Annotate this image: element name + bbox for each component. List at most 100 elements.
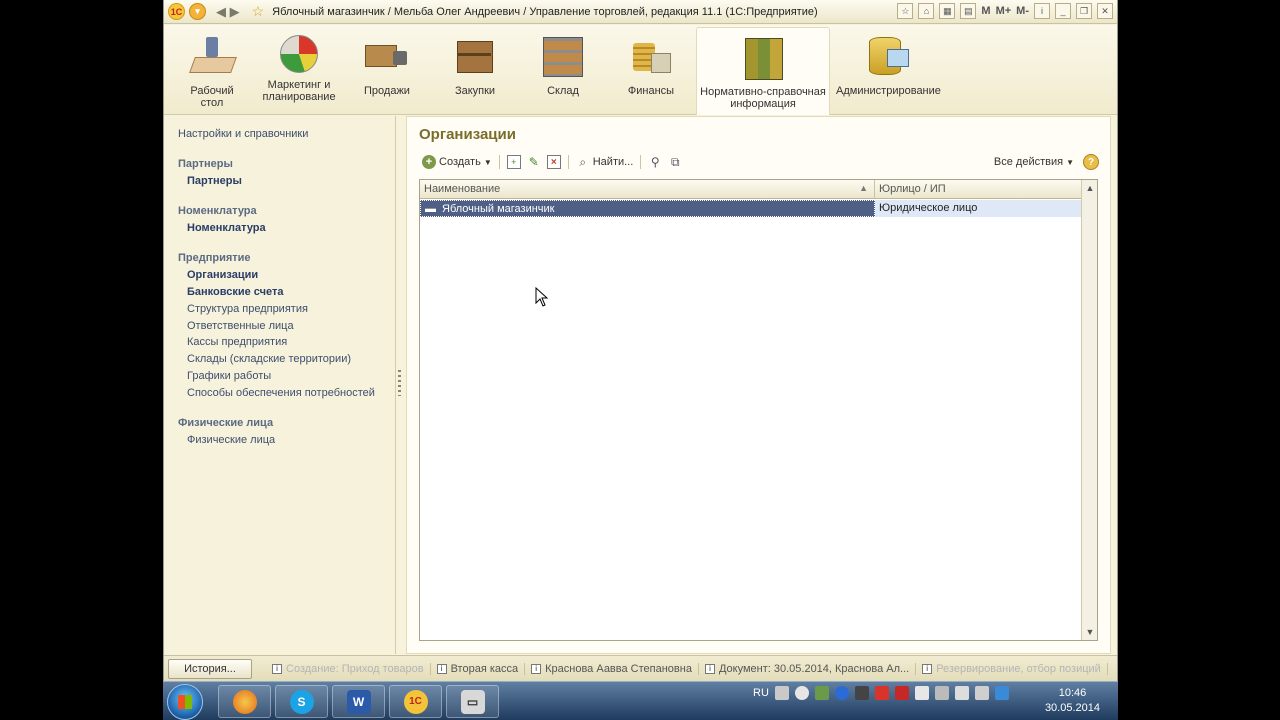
nav-item-partners[interactable]: Партнеры [187, 175, 242, 187]
tray-shield-icon[interactable] [814, 686, 829, 700]
edit-button[interactable]: ✎ [524, 153, 544, 171]
nav-group-individuals[interactable]: Физические лица [178, 417, 273, 429]
section-sales[interactable]: Продажи [354, 27, 420, 97]
nav-settings-link[interactable]: Настройки и справочники [178, 128, 308, 140]
nav-item-nomenclature[interactable]: Номенклатура [187, 222, 266, 234]
tray-flag-icon[interactable] [914, 686, 929, 700]
nav-group-partners[interactable]: Партнеры [178, 158, 233, 170]
favorites-icon[interactable]: ☆ [897, 3, 914, 19]
database-icon [865, 35, 909, 79]
taskbar-app-skype[interactable]: S [275, 685, 328, 718]
taskbar-app-firefox[interactable] [218, 685, 271, 718]
firefox-icon [232, 689, 257, 714]
section-reference-info[interactable]: Нормативно-справочная информация [696, 27, 830, 115]
history-button[interactable]: История... [168, 658, 252, 679]
calculator-icon[interactable]: ▦ [939, 3, 956, 19]
main-menu-button[interactable]: ▾ [189, 3, 206, 20]
start-button[interactable] [167, 684, 203, 720]
taskbar-app-1c[interactable]: 1С [389, 685, 442, 718]
section-marketing[interactable]: Маркетинг и планирование [258, 27, 340, 103]
language-indicator[interactable]: RU [753, 687, 769, 699]
tray-network-icon[interactable] [774, 686, 789, 700]
windows-taskbar: S W 1С ▭ RU 10:46 30.05.2014 [163, 681, 1118, 720]
info-icon: i [704, 663, 715, 674]
system-clock[interactable]: 10:46 30.05.2014 [1045, 686, 1100, 716]
favorites-star-icon[interactable]: ☆ [252, 3, 265, 20]
1c-logo-icon[interactable]: 1С [168, 3, 185, 20]
volume-icon[interactable] [954, 686, 969, 700]
organizations-form: Организации + Создать ▼ + ✎ × ⌕ Найти...… [406, 116, 1111, 654]
info-icon[interactable]: i [1034, 3, 1050, 19]
cell-type[interactable]: Юридическое лицо [875, 200, 1082, 217]
all-actions-button[interactable]: Все действия ▼ [991, 153, 1077, 171]
copy-icon: + [506, 155, 521, 169]
info-icon: i [922, 663, 933, 674]
section-desktop[interactable]: Рабочий стол [178, 27, 246, 109]
copy-button[interactable]: + [504, 153, 524, 171]
history-item[interactable]: i Краснова Аавва Степановна [525, 662, 699, 675]
column-label: Юрлицо / ИП [879, 183, 946, 195]
cancel-search-button[interactable]: ⚲ [645, 153, 665, 171]
calendar-icon[interactable]: ▤ [960, 3, 977, 19]
section-administration[interactable]: Администрирование [836, 27, 941, 97]
create-button[interactable]: + Создать ▼ [419, 153, 495, 171]
minimize-icon[interactable]: _ [1055, 3, 1071, 19]
section-finance[interactable]: Финансы [618, 27, 684, 97]
nav-item-warehouses[interactable]: Склады (складские территории) [187, 353, 351, 365]
nav-item-bank-accounts[interactable]: Банковские счета [187, 286, 284, 298]
toolbar-separator [498, 155, 500, 169]
history-item[interactable]: i Создание: Приход товаров [266, 662, 431, 675]
nav-item-individuals[interactable]: Физические лица [187, 434, 275, 446]
chevron-down-icon: ▼ [483, 157, 492, 167]
scroll-down-icon[interactable]: ▼ [1082, 624, 1098, 640]
find-button[interactable]: ⌕ Найти... [573, 153, 637, 171]
organizations-table[interactable]: Наименование ▲ Юрлицо / ИП ▬ Яблочный ма… [419, 179, 1098, 641]
nav-item-cash-desks[interactable]: Кассы предприятия [187, 336, 287, 348]
tray-usb-icon[interactable] [934, 686, 949, 700]
tray-ati-icon[interactable] [894, 686, 909, 700]
nav-item-structure[interactable]: Структура предприятия [187, 303, 308, 315]
tray-x-icon[interactable] [874, 686, 889, 700]
restore-icon[interactable]: ❐ [1076, 3, 1092, 19]
close-icon[interactable]: ✕ [1097, 3, 1113, 19]
nav-item-responsible[interactable]: Ответственные лица [187, 320, 294, 332]
table-row[interactable]: ▬ Яблочный магазинчик Юридическое лицо [420, 200, 1082, 217]
refresh-button[interactable]: ⧉ [665, 153, 685, 171]
tray-help-icon[interactable] [994, 686, 1009, 700]
nav-group-enterprise[interactable]: Предприятие [178, 252, 251, 264]
delete-button[interactable]: × [544, 153, 564, 171]
clock-date: 30.05.2014 [1044, 702, 1100, 714]
home-icon[interactable]: ⌂ [918, 3, 935, 19]
memory-m-button[interactable]: M [981, 5, 990, 17]
section-purchases[interactable]: Закупки [442, 27, 508, 97]
history-item[interactable]: i Резервирование, отбор позиций [916, 662, 1108, 675]
back-forward-icon[interactable]: ◀ ▶ [216, 4, 240, 20]
taskbar-app-recorder[interactable]: ▭ [446, 685, 499, 718]
tray-tool-icon[interactable] [854, 686, 869, 700]
nav-item-organizations[interactable]: Организации [187, 269, 258, 281]
cell-name[interactable]: ▬ Яблочный магазинчик [420, 200, 875, 217]
scroll-up-icon[interactable]: ▲ [1082, 180, 1098, 196]
section-warehouse[interactable]: Склад [530, 27, 596, 97]
bluetooth-icon[interactable] [834, 686, 849, 700]
taskbar-app-word[interactable]: W [332, 685, 385, 718]
memory-m-minus-button[interactable]: M- [1016, 5, 1029, 17]
history-item[interactable]: i Вторая касса [431, 662, 526, 675]
1c-icon: 1С [403, 689, 428, 714]
table-header: Наименование ▲ Юрлицо / ИП [420, 180, 1082, 199]
nav-group-nomenclature[interactable]: Номенклатура [178, 205, 257, 217]
column-header-type[interactable]: Юрлицо / ИП [875, 180, 1082, 199]
vertical-scrollbar[interactable]: ▲ ▼ [1081, 180, 1097, 640]
network-icon[interactable] [974, 686, 989, 700]
panel-splitter[interactable] [398, 370, 401, 396]
info-icon: i [272, 663, 282, 674]
memory-m-plus-button[interactable]: M+ [996, 5, 1012, 17]
nav-item-schedules[interactable]: Графики работы [187, 370, 271, 382]
create-label: Создать [439, 156, 481, 168]
tray-app-icon[interactable] [794, 686, 809, 700]
nav-item-provision-methods[interactable]: Способы обеспечения потребностей [187, 387, 375, 399]
help-icon[interactable]: ? [1083, 154, 1099, 170]
history-item-text: Краснова Аавва Степановна [545, 662, 692, 675]
column-header-name[interactable]: Наименование ▲ [420, 180, 875, 199]
history-item[interactable]: i Документ: 30.05.2014, Краснова Ал... [699, 662, 917, 675]
